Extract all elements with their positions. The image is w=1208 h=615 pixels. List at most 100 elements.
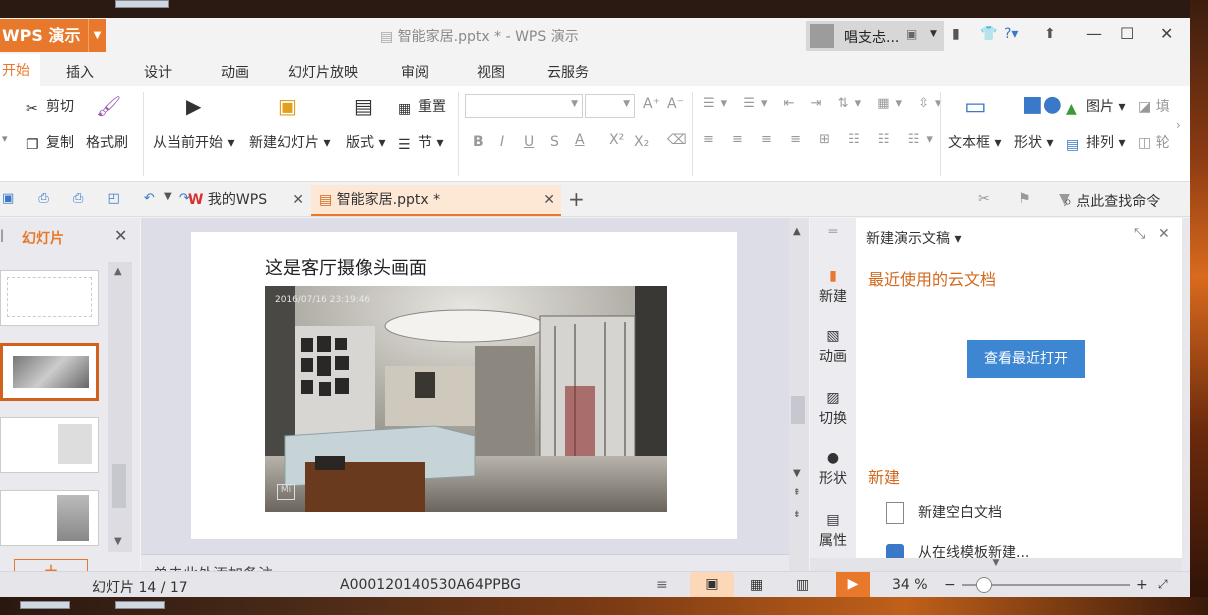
reset-button[interactable]: ▦ 重置 — [398, 96, 446, 117]
chevron-down-icon[interactable]: ▼ — [930, 29, 937, 39]
menu-home[interactable]: 开始 — [0, 54, 40, 88]
previous-slide-icon[interactable]: ⇞ — [793, 488, 801, 498]
chevron-down-icon[interactable]: ▼ — [88, 19, 106, 52]
collapse-icon[interactable]: ═ — [810, 224, 856, 240]
task-pane-scrollbar[interactable] — [1182, 218, 1190, 576]
animation-icon: ▧ — [826, 328, 840, 344]
bold-button[interactable]: B — [473, 134, 484, 150]
quick-access-dropdown-icon[interactable]: ▼ — [164, 191, 172, 202]
font-color-button[interactable]: A — [575, 132, 585, 148]
close-icon[interactable]: ✕ — [543, 185, 555, 216]
superscript-button[interactable]: X² — [609, 132, 624, 148]
editor-scrollbar[interactable]: ▲ ▼ ⇞ ⇟ — [789, 218, 809, 588]
slide-thumbnail-selected[interactable] — [0, 343, 99, 401]
close-icon[interactable]: ✕ — [1158, 226, 1170, 242]
tasknav-animation[interactable]: ▧ 动画 — [810, 328, 856, 366]
new-blank-document[interactable]: 新建空白文档 — [886, 502, 1002, 524]
scrollbar-thumb[interactable] — [112, 464, 126, 508]
outline-tab[interactable]: | — [0, 228, 4, 242]
menu-insert[interactable]: 插入 — [66, 62, 94, 82]
arrange-button[interactable]: ▤ 排列 ▾ — [1066, 132, 1125, 153]
scroll-up-icon[interactable]: ▲ — [793, 226, 801, 237]
slide-thumbnail[interactable] — [0, 490, 99, 546]
close-icon[interactable]: ✕ — [1160, 24, 1173, 43]
format-painter-button[interactable]: 格式刷 — [86, 132, 128, 152]
scroll-up-icon[interactable]: ▲ — [114, 266, 122, 277]
picture-button[interactable]: ▲ 图片 ▾ — [1066, 96, 1125, 117]
paste-dropdown-icon[interactable]: ▾ — [2, 132, 8, 145]
tab-document[interactable]: ▤ 智能家居.pptx * ✕ — [311, 185, 561, 216]
copy-button[interactable]: ❐ 复制 — [26, 132, 74, 153]
shrink-font-button[interactable]: A⁻ — [667, 96, 684, 112]
menu-design[interactable]: 设计 — [144, 62, 172, 82]
slide-title[interactable]: 这是客厅摄像头画面 — [265, 254, 427, 280]
pin-window-icon[interactable]: ⬆ — [1044, 26, 1056, 42]
menu-cloud[interactable]: 云服务 — [547, 62, 589, 82]
skin-shirt-icon[interactable]: 👕 — [980, 26, 997, 42]
ribbon-scroll-right-icon[interactable]: › — [1176, 118, 1181, 132]
scroll-down-icon[interactable]: ▼ — [793, 468, 801, 479]
strikethrough-button[interactable]: S — [550, 134, 559, 150]
tab-my-wps[interactable]: W 我的WPS ✕ — [188, 185, 308, 216]
layout-button[interactable]: 版式 ▾ — [346, 132, 385, 152]
textbox-button[interactable]: 文本框 ▾ — [948, 132, 1001, 152]
tasknav-new[interactable]: ▮ 新建 — [810, 268, 856, 306]
close-icon[interactable]: ✕ — [292, 185, 304, 216]
cut-button[interactable]: ✂ 剪切 — [26, 96, 74, 117]
new-tab-button[interactable]: + — [568, 187, 585, 211]
fit-window-icon[interactable]: ⤢ — [1158, 577, 1168, 592]
slide-sorter-icon[interactable]: ▦ — [750, 577, 763, 593]
font-name-field[interactable]: ▼ — [465, 94, 583, 118]
slides-scrollbar[interactable]: ▲ ▼ — [108, 262, 132, 552]
user-account-button[interactable]: 唱支忐... ▣ ▼ — [806, 21, 944, 51]
list-buttons-row[interactable]: ☰▾ ☰▾ ⇤ ⇥ ⇅▾ ▦▾ ⇳▾ — [703, 96, 948, 111]
clear-format-icon[interactable]: ⌫ — [667, 132, 687, 148]
zoom-slider-handle[interactable] — [976, 577, 992, 593]
wps-logo-button[interactable]: WPS 演示 ▼ — [0, 19, 106, 52]
italic-button[interactable]: I — [500, 134, 504, 150]
tasknav-properties[interactable]: ▤ 属性 — [810, 512, 856, 550]
slide-thumbnail[interactable] — [0, 417, 99, 473]
subscript-button[interactable]: X₂ — [634, 134, 649, 150]
camera-photo[interactable]: 2016/07/16 23:19:46 Mi — [265, 286, 667, 512]
slide-canvas[interactable]: 这是客厅摄像头画面 2016/07/16 23:19:46 Mi — [191, 232, 737, 539]
task-pane-scroll-down[interactable]: ▼ — [810, 558, 1182, 572]
dock-icon[interactable]: ⤡ — [1134, 226, 1145, 242]
tasknav-transition[interactable]: ▨ 切换 — [810, 390, 856, 428]
zoom-in-icon[interactable]: + — [1136, 577, 1148, 593]
menu-animation[interactable]: 动画 — [221, 62, 249, 82]
close-icon[interactable]: ✕ — [114, 226, 127, 245]
maximize-icon[interactable]: ☐ — [1120, 24, 1134, 43]
grow-font-button[interactable]: A⁺ — [643, 96, 660, 112]
play-slideshow-button[interactable]: ▶ — [836, 572, 870, 597]
align-buttons-row[interactable]: ≡ ≡ ≡ ≡ ⊞ ☷ ☷ ☷▾ — [703, 132, 940, 147]
zoom-slider[interactable] — [962, 577, 1130, 593]
menu-view[interactable]: 视图 — [477, 62, 505, 82]
reading-view-icon[interactable]: ▥ — [796, 577, 809, 593]
shape-button[interactable]: 形状 ▾ — [1014, 132, 1053, 152]
new-slide-button[interactable]: 新建幻灯片 ▾ — [249, 132, 330, 152]
scroll-down-icon[interactable]: ▼ — [114, 536, 122, 547]
tasknav-shape[interactable]: ● 形状 — [810, 450, 856, 488]
command-search[interactable]: ⌕ 点此查找命令 — [1064, 191, 1160, 211]
scrollbar-thumb[interactable] — [791, 396, 805, 424]
normal-view-icon[interactable]: ▣ — [690, 572, 734, 597]
fill-button[interactable]: ◪ 填 — [1138, 96, 1170, 116]
outline-button[interactable]: ◫ 轮 — [1138, 132, 1170, 152]
notes-toggle-icon[interactable]: ≡ — [656, 577, 668, 593]
font-size-field[interactable]: ▼ — [585, 94, 635, 118]
underline-button[interactable]: U — [524, 134, 534, 150]
help-icon[interactable]: ?▾ — [1004, 26, 1018, 42]
minimize-icon[interactable]: — — [1086, 24, 1102, 43]
section-button[interactable]: ☰ 节 ▾ — [398, 132, 443, 153]
zoom-out-icon[interactable]: − — [944, 577, 956, 593]
slides-tab[interactable]: 幻灯片 — [22, 228, 64, 248]
menu-slideshow[interactable]: 幻灯片放映 — [288, 62, 358, 82]
slide-thumbnail[interactable] — [0, 270, 99, 326]
menu-review[interactable]: 审阅 — [401, 62, 429, 82]
next-slide-icon[interactable]: ⇟ — [793, 510, 801, 520]
view-recent-button[interactable]: 查看最近打开 — [967, 340, 1085, 378]
save-to-cloud-icon[interactable]: ▮ — [952, 26, 960, 42]
from-current-button[interactable]: 从当前开始 ▾ — [153, 132, 234, 152]
task-pane-header[interactable]: 新建演示文稿 ▾ — [866, 228, 961, 248]
